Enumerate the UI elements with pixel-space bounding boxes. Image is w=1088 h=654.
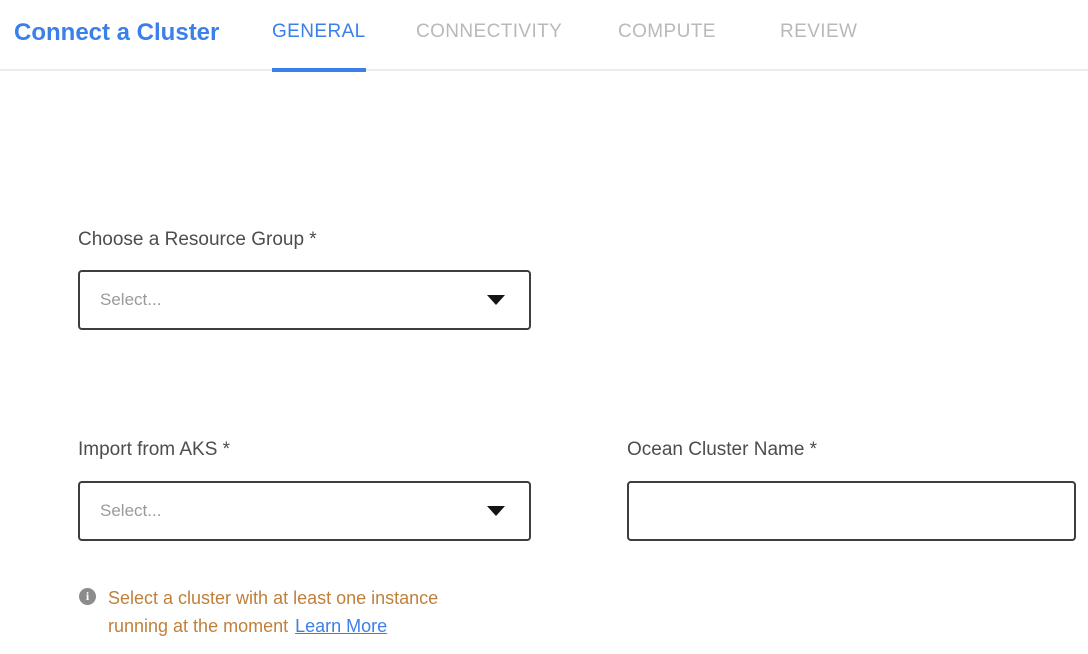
info-note-message: Select a cluster with at least one insta…: [108, 588, 438, 636]
page-title: Connect a Cluster: [14, 19, 219, 47]
info-note: i Select a cluster with at least one ins…: [79, 584, 490, 640]
import-aks-select[interactable]: Select...: [78, 481, 531, 541]
info-note-text: Select a cluster with at least one insta…: [108, 584, 490, 640]
import-aks-placeholder: Select...: [100, 501, 161, 521]
import-aks-label: Import from AKS *: [78, 439, 230, 461]
resource-group-select[interactable]: Select...: [78, 270, 531, 330]
tab-review[interactable]: REVIEW: [780, 21, 857, 43]
learn-more-link[interactable]: Learn More: [295, 616, 387, 636]
chevron-down-icon: [487, 506, 505, 516]
resource-group-label: Choose a Resource Group *: [78, 229, 317, 251]
tab-connectivity[interactable]: CONNECTIVITY: [416, 21, 562, 43]
ocean-cluster-name-input[interactable]: [627, 481, 1076, 541]
header-divider: [0, 69, 1088, 71]
chevron-down-icon: [487, 295, 505, 305]
resource-group-placeholder: Select...: [100, 290, 161, 310]
tab-compute[interactable]: COMPUTE: [618, 21, 716, 43]
tab-general[interactable]: GENERAL: [272, 21, 366, 43]
info-icon: i: [79, 588, 96, 605]
ocean-cluster-name-label: Ocean Cluster Name *: [627, 439, 817, 461]
